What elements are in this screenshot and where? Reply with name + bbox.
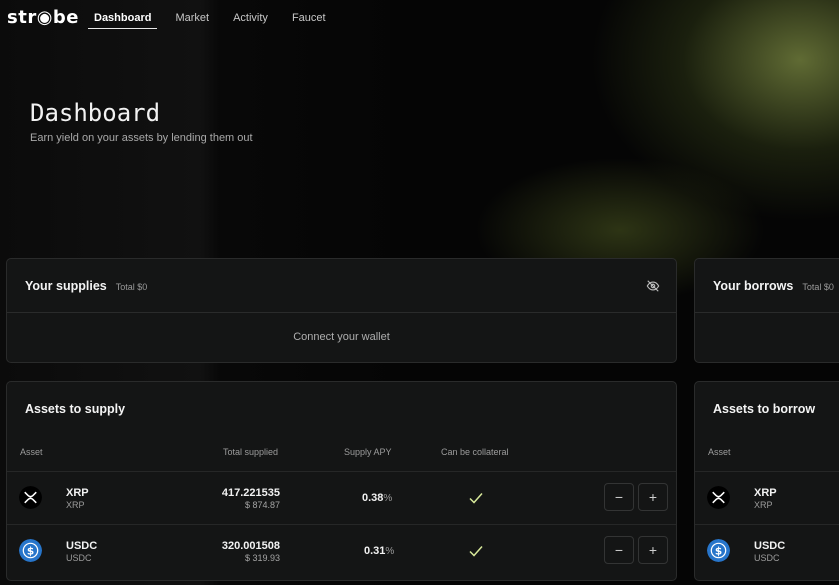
divider	[7, 312, 676, 313]
increase-button[interactable]: +	[638, 483, 668, 511]
row-divider	[7, 471, 676, 472]
check-icon	[469, 493, 483, 504]
nav-items: Dashboard Market Activity Faucet	[88, 0, 344, 36]
supplies-total: Total $0	[115, 282, 148, 292]
supplies-header: Your supplies Total $0	[25, 279, 147, 293]
usdc-icon: $	[707, 539, 730, 562]
row-divider	[7, 524, 676, 525]
increase-button[interactable]: +	[638, 536, 668, 564]
assets-to-supply-card: Assets to supply Asset Total supplied Su…	[6, 381, 677, 581]
xrp-icon	[707, 486, 730, 509]
assets-borrow-header: Assets to borrow	[713, 402, 815, 416]
supply-apy: 0.31%	[364, 545, 395, 557]
divider	[695, 312, 839, 313]
col-asset: Asset	[20, 447, 43, 457]
usdc-icon: $	[19, 539, 42, 562]
total-supplied-usd: $ 319.93	[244, 553, 280, 563]
assets-borrow-title: Assets to borrow	[713, 402, 816, 416]
row-divider	[695, 524, 839, 525]
svg-text:$: $	[27, 545, 34, 557]
table-row[interactable]: $ USDC USDC	[695, 524, 839, 577]
nav-item-market[interactable]: Market	[169, 0, 215, 29]
your-supplies-card: Your supplies Total $0 Connect your wall…	[6, 258, 677, 363]
asset-symbol: XRP	[754, 487, 777, 499]
asset-name: USDC	[66, 553, 92, 563]
borrows-header: Your borrows Total $0	[713, 279, 834, 293]
asset-symbol: XRP	[66, 487, 89, 499]
assets-to-borrow-card: Assets to borrow Asset XRP XRP $ USDC US…	[694, 381, 839, 581]
nav-item-faucet[interactable]: Faucet	[286, 0, 332, 29]
asset-name: USDC	[754, 553, 780, 563]
your-borrows-card: Your borrows Total $0	[694, 258, 839, 363]
asset-name: XRP	[66, 500, 85, 510]
supply-apy: 0.38%	[362, 492, 393, 504]
col-can-be-collateral[interactable]: Can be collateral	[441, 447, 509, 457]
col-total-supplied[interactable]: Total supplied	[223, 447, 278, 457]
page-title: Dashboard	[30, 99, 161, 127]
connect-wallet-text[interactable]: Connect your wallet	[7, 331, 676, 343]
col-asset: Asset	[708, 447, 731, 457]
table-row[interactable]: XRP XRP 417.221535 $ 874.87 0.38% − +	[7, 471, 676, 524]
total-supplied-amount: 320.001508	[221, 540, 280, 552]
svg-text:$: $	[715, 545, 722, 557]
nav-item-activity[interactable]: Activity	[227, 0, 274, 29]
supplies-title: Your supplies	[25, 279, 107, 293]
top-nav: str◉be Dashboard Market Activity Faucet	[0, 0, 839, 36]
table-row[interactable]: XRP XRP	[695, 471, 839, 524]
eye-off-icon[interactable]	[646, 279, 660, 293]
col-supply-apy[interactable]: Supply APY	[344, 447, 392, 457]
borrows-total: Total $0	[802, 282, 834, 292]
check-icon	[469, 546, 483, 557]
decrease-button[interactable]: −	[604, 536, 634, 564]
decrease-button[interactable]: −	[604, 483, 634, 511]
xrp-icon	[19, 486, 42, 509]
table-row[interactable]: $ USDC USDC 320.001508 $ 319.93 0.31% − …	[7, 524, 676, 577]
borrows-title: Your borrows	[713, 279, 794, 293]
asset-name: XRP	[754, 500, 773, 510]
assets-supply-header: Assets to supply	[25, 402, 125, 416]
nav-item-dashboard[interactable]: Dashboard	[88, 0, 158, 29]
row-divider	[695, 471, 839, 472]
asset-symbol: USDC	[66, 540, 98, 552]
logo[interactable]: str◉be	[7, 7, 79, 28]
total-supplied-usd: $ 874.87	[244, 500, 280, 510]
total-supplied-amount: 417.221535	[221, 487, 280, 499]
assets-supply-title: Assets to supply	[25, 402, 126, 416]
asset-symbol: USDC	[754, 540, 786, 552]
page-subtitle: Earn yield on your assets by lending the…	[30, 132, 253, 144]
